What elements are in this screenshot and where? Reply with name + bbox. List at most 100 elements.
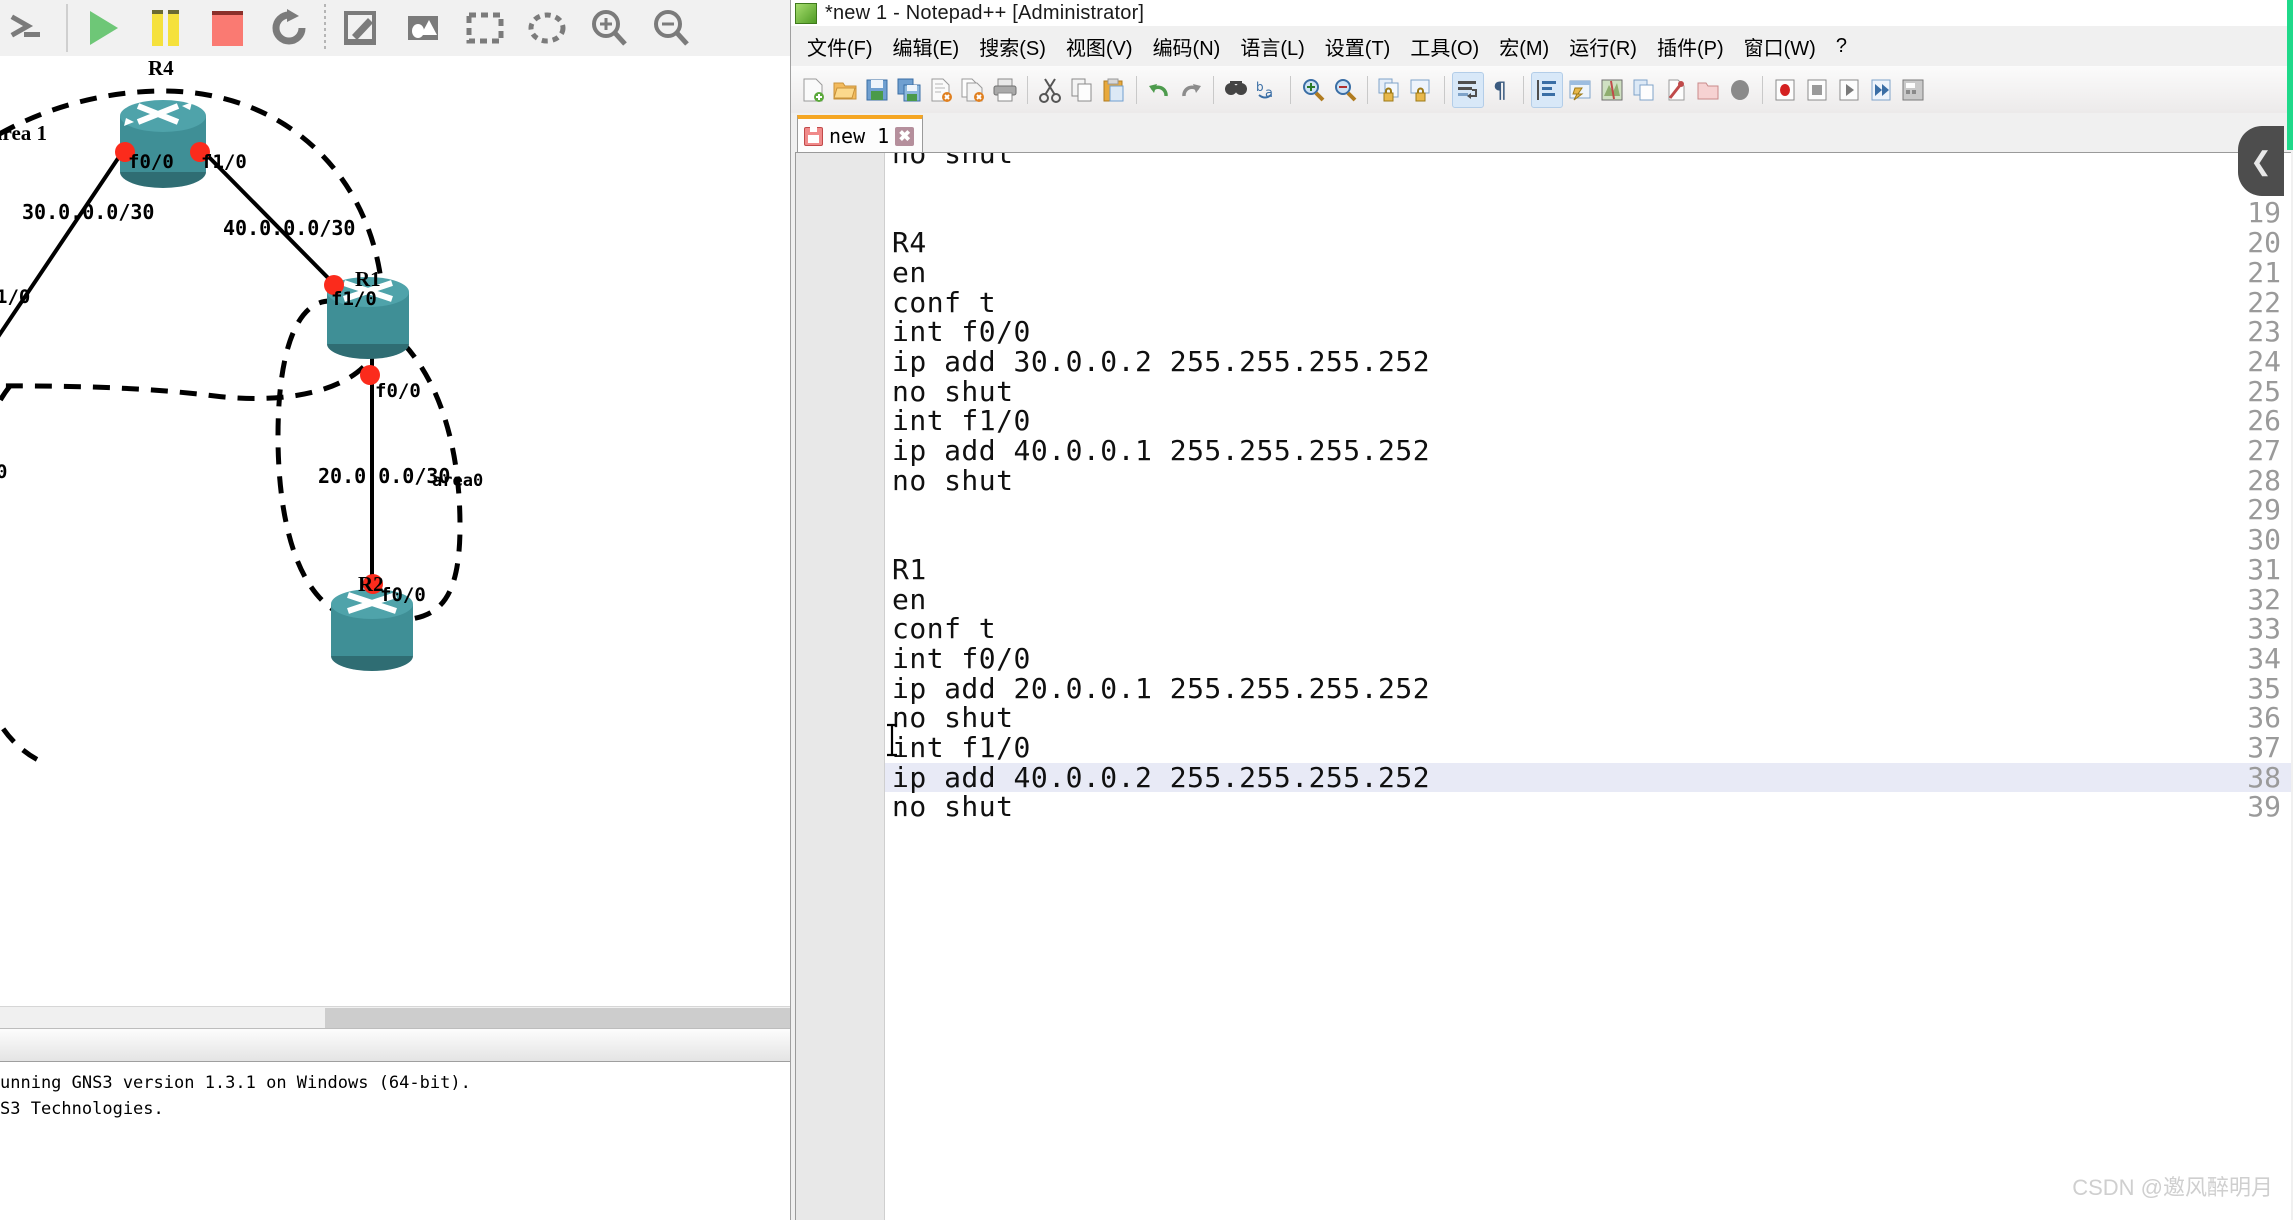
close-file-icon[interactable] (926, 73, 956, 107)
gns3-topology-canvas[interactable]: R4 R1 R2 f0/0 f1/0 f1/0 f0/0 f0/0 1/0 0 … (0, 56, 790, 1006)
find-icon[interactable] (1221, 73, 1251, 107)
stop-icon[interactable] (196, 0, 258, 56)
new-file-icon[interactable] (798, 73, 828, 107)
code-line[interactable]: no shut (892, 792, 1014, 822)
menu-item-run[interactable]: 运行(R) (1559, 28, 1647, 65)
menu-item-tools[interactable]: 工具(O) (1400, 28, 1489, 65)
user-defined-dialog-icon[interactable] (1565, 73, 1595, 107)
line-number: 20 (2247, 226, 2281, 260)
pause-icon[interactable] (134, 0, 196, 56)
menu-item-file[interactable]: 文件(F) (797, 28, 883, 65)
cut-icon[interactable] (1035, 73, 1065, 107)
menu-item-language[interactable]: 语言(L) (1230, 28, 1314, 65)
code-line[interactable]: ip add 20.0.0.1 255.255.255.252 (892, 673, 1430, 704)
function-list-icon[interactable] (1661, 73, 1691, 107)
save-all-icon[interactable] (894, 73, 924, 107)
macro-record-icon[interactable] (1770, 73, 1800, 107)
code-line[interactable]: ip add 40.0.0.1 255.255.255.252 (892, 436, 1430, 466)
code-line[interactable]: R1 (892, 555, 927, 585)
gns3-panel-divider[interactable] (0, 1028, 790, 1062)
area-label-1: area 1 (0, 121, 48, 145)
code-line[interactable]: no shut (892, 376, 1014, 407)
editor-area[interactable]: 17no shut181920R421en22conf t23int f0/02… (795, 152, 2291, 1220)
draw-ellipse-icon[interactable] (516, 0, 578, 56)
menu-item-encoding[interactable]: 编码(N) (1143, 28, 1231, 65)
line-number: 27 (2247, 434, 2281, 467)
copy-icon[interactable] (1067, 73, 1097, 107)
print-icon[interactable] (990, 73, 1020, 107)
folder-as-workspace-icon[interactable] (1693, 73, 1723, 107)
menu-item-view[interactable]: 视图(V) (1056, 28, 1143, 65)
code-line[interactable]: ip add 40.0.0.2 255.255.255.252 (892, 762, 1430, 793)
menu-item-settings[interactable]: 设置(T) (1315, 28, 1401, 65)
line-number: 31 (2247, 552, 2281, 586)
toolbar[interactable]: ba ¶ (791, 66, 2293, 114)
menu-bar[interactable]: 文件(F) 编辑(E) 搜索(S) 视图(V) 编码(N) 语言(L) 设置(T… (791, 26, 2293, 66)
zoom-in-icon[interactable] (1298, 73, 1328, 107)
redo-icon[interactable] (1176, 73, 1206, 107)
sync-horizontal-scroll-icon[interactable] (1407, 73, 1437, 107)
code-line[interactable]: int f0/0 (892, 317, 1031, 347)
menu-item-edit[interactable]: 编辑(E) (883, 28, 970, 65)
add-note-icon[interactable] (330, 0, 392, 56)
notepadpp-logo-icon (795, 2, 817, 24)
code-line[interactable]: int f1/0 (892, 406, 1031, 436)
indent-guide-icon[interactable] (1531, 71, 1563, 108)
insert-image-icon[interactable] (392, 0, 454, 56)
code-line[interactable]: no shut (892, 703, 1014, 733)
macro-stop-icon[interactable] (1802, 73, 1832, 107)
svg-text:¶: ¶ (1493, 79, 1507, 102)
zoom-out-icon[interactable] (1330, 73, 1360, 107)
code-line[interactable]: no shut (892, 153, 1014, 169)
gns3-horizontal-scrollbar[interactable] (0, 1006, 790, 1030)
document-switcher-icon[interactable] (1629, 73, 1659, 107)
menu-item-plugins[interactable]: 插件(P) (1647, 28, 1734, 65)
reload-icon[interactable] (258, 0, 320, 56)
toolbar-separator-1 (66, 4, 68, 52)
gns3-console-output[interactable]: unning GNS3 version 1.3.1 on Windows (64… (0, 1062, 790, 1220)
monitoring-icon[interactable] (1725, 73, 1755, 107)
svg-text:a: a (1265, 86, 1273, 101)
code-line[interactable]: int f1/0 (892, 733, 1031, 763)
code-line[interactable]: int f0/0 (892, 644, 1031, 674)
code-line[interactable]: conf t (892, 614, 996, 644)
show-all-characters-icon[interactable]: ¶ (1486, 73, 1516, 107)
paste-icon[interactable] (1099, 73, 1129, 107)
word-wrap-icon[interactable] (1452, 71, 1484, 108)
macro-run-multiple-icon[interactable] (1866, 73, 1896, 107)
menu-item-help[interactable]: ? (1826, 31, 1857, 62)
code-line[interactable]: ip add 30.0.0.2 255.255.255.252 (892, 347, 1430, 377)
console-icon[interactable] (0, 0, 62, 56)
code-line[interactable]: R4 (892, 228, 927, 258)
start-icon[interactable] (72, 0, 134, 56)
code-line[interactable]: conf t (892, 287, 996, 318)
menu-item-search[interactable]: 搜索(S) (969, 28, 1056, 65)
collapse-panel-handle[interactable]: ❮ (2238, 126, 2284, 196)
run-icon[interactable] (1898, 73, 1928, 107)
draw-rectangle-icon[interactable] (454, 0, 516, 56)
close-all-icon[interactable] (958, 73, 988, 107)
save-icon[interactable] (862, 73, 892, 107)
tab-bar[interactable]: new 1 ✖ (791, 113, 2293, 153)
macro-playback-icon[interactable] (1834, 73, 1864, 107)
line-number: 30 (2247, 523, 2281, 557)
sync-vertical-scroll-icon[interactable] (1375, 73, 1405, 107)
menu-item-window[interactable]: 窗口(W) (1734, 28, 1826, 65)
code-line[interactable]: en (892, 584, 927, 615)
zoom-out-icon[interactable] (640, 0, 702, 56)
gns3-scrollbar-thumb[interactable] (325, 1008, 790, 1028)
replace-icon[interactable]: ba (1253, 73, 1283, 107)
title-bar[interactable]: *new 1 - Notepad++ [Administrator] (791, 0, 2293, 26)
zoom-in-icon[interactable] (578, 0, 640, 56)
code-line[interactable]: en (892, 258, 927, 288)
undo-icon[interactable] (1144, 73, 1174, 107)
tab-label: new 1 (829, 124, 890, 148)
close-icon[interactable]: ✖ (895, 126, 915, 146)
line-number: 33 (2247, 612, 2281, 646)
code-line[interactable]: no shut (892, 465, 1014, 496)
document-map-icon[interactable] (1597, 73, 1627, 107)
network-label-left-partial: 0 (0, 461, 8, 483)
tab-new-1[interactable]: new 1 ✖ (797, 115, 924, 153)
menu-item-macro[interactable]: 宏(M) (1489, 28, 1559, 65)
open-file-icon[interactable] (830, 73, 860, 107)
